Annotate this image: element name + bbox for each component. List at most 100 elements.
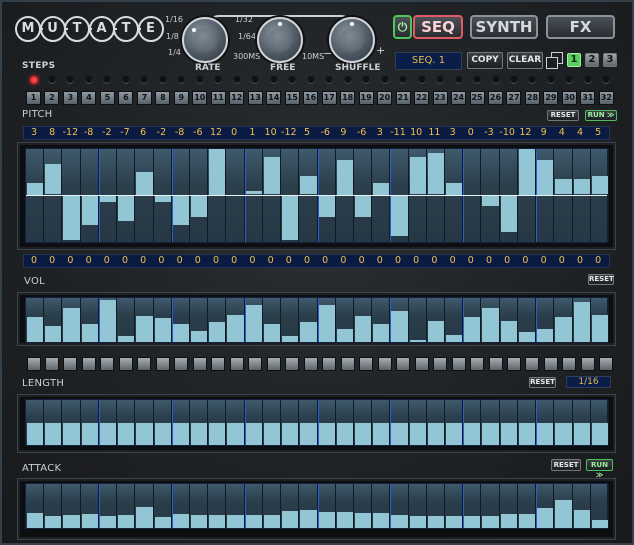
vol-bar[interactable]	[555, 316, 572, 342]
length-bar[interactable]	[373, 422, 390, 445]
step-toggle-button[interactable]	[340, 357, 355, 371]
pitch-offset-value[interactable]: 0	[553, 255, 571, 267]
free-knob[interactable]	[257, 17, 303, 63]
attack-bar[interactable]	[500, 514, 517, 528]
length-bar[interactable]	[500, 422, 517, 445]
step-button[interactable]: 20	[377, 91, 393, 105]
vol-graph[interactable]	[25, 297, 609, 343]
vol-bar[interactable]	[318, 305, 335, 342]
attack-bar[interactable]	[373, 512, 390, 528]
vol-bar[interactable]	[45, 326, 62, 342]
step-toggle-button[interactable]	[396, 357, 411, 371]
pitch-bar[interactable]	[136, 171, 153, 195]
vol-bar[interactable]	[300, 322, 317, 342]
vol-bar[interactable]	[391, 311, 408, 342]
length-bar[interactable]	[482, 422, 499, 445]
step-toggle-button[interactable]	[211, 357, 226, 371]
pitch-bar[interactable]	[500, 194, 517, 233]
slot-2-button[interactable]: 2	[585, 53, 599, 67]
attack-bar[interactable]	[391, 514, 408, 528]
clear-button[interactable]: CLEAR	[507, 52, 543, 69]
pitch-offset-value[interactable]: 0	[371, 255, 389, 267]
pitch-bar[interactable]	[391, 194, 408, 237]
vol-bar[interactable]	[190, 330, 208, 342]
pitch-offset-value[interactable]: 0	[316, 255, 334, 267]
attack-bar[interactable]	[555, 499, 572, 528]
pitch-offset-value[interactable]: 0	[480, 255, 498, 267]
attack-bar[interactable]	[427, 515, 445, 528]
length-bar[interactable]	[427, 422, 445, 445]
pitch-bar[interactable]	[172, 194, 189, 225]
step-button[interactable]: 1	[26, 91, 41, 105]
step-button[interactable]: 29	[543, 91, 559, 105]
length-bar[interactable]	[45, 422, 62, 445]
attack-bar[interactable]	[136, 506, 153, 528]
pitch-bar[interactable]	[336, 160, 353, 195]
attack-bar[interactable]	[591, 520, 608, 528]
step-toggle-button[interactable]	[506, 357, 521, 371]
step-toggle-button[interactable]	[525, 357, 540, 371]
step-button[interactable]: 24	[451, 91, 467, 105]
vol-bar[interactable]	[500, 320, 517, 342]
pitch-offset-value[interactable]: 0	[189, 255, 207, 267]
length-graph[interactable]	[25, 399, 609, 446]
attack-bar[interactable]	[45, 515, 62, 528]
step-button[interactable]: 22	[414, 91, 430, 105]
step-button[interactable]: 3	[62, 91, 78, 105]
pitch-bar[interactable]	[27, 183, 44, 195]
step-toggle-button[interactable]	[155, 357, 170, 371]
attack-run-button[interactable]: RUN ≫	[586, 459, 613, 479]
step-button[interactable]: 5	[99, 91, 115, 105]
attack-bar[interactable]	[518, 514, 536, 528]
length-bar[interactable]	[354, 422, 372, 445]
pitch-offset-value[interactable]: 0	[425, 255, 443, 267]
length-bar[interactable]	[245, 422, 262, 445]
step-button[interactable]: 2	[44, 91, 60, 105]
attack-bar[interactable]	[81, 514, 98, 528]
vol-bar[interactable]	[464, 317, 481, 342]
pitch-offset-value[interactable]: 0	[353, 255, 371, 267]
step-toggle-button[interactable]	[470, 357, 485, 371]
step-toggle-button[interactable]	[377, 357, 392, 371]
length-bar[interactable]	[446, 422, 463, 445]
tab-synth[interactable]: SYNTH	[470, 15, 538, 39]
step-button[interactable]: 17	[321, 91, 337, 105]
step-button[interactable]: 26	[488, 91, 503, 105]
pitch-bar[interactable]	[300, 175, 317, 195]
step-button[interactable]: 27	[506, 91, 522, 105]
pitch-bar[interactable]	[409, 156, 426, 195]
attack-bar[interactable]	[464, 515, 481, 528]
step-toggle-button[interactable]	[359, 357, 374, 371]
slot-1-button[interactable]: 1	[567, 53, 581, 67]
length-bar[interactable]	[537, 422, 554, 445]
vol-bar[interactable]	[154, 318, 171, 342]
step-toggle-button[interactable]	[137, 357, 152, 371]
step-toggle-button[interactable]	[303, 357, 318, 371]
vol-bar[interactable]	[136, 315, 153, 342]
length-bar[interactable]	[464, 422, 481, 445]
length-division-display[interactable]: 1/16	[566, 376, 611, 388]
pitch-bar[interactable]	[209, 149, 226, 195]
pitch-bar[interactable]	[154, 194, 171, 203]
pitch-bar[interactable]	[263, 156, 281, 195]
step-button[interactable]: 15	[284, 91, 300, 105]
step-toggle-button[interactable]	[26, 357, 41, 371]
attack-bar[interactable]	[99, 515, 117, 528]
step-button[interactable]: 6	[118, 91, 134, 105]
pitch-offset-value[interactable]: 0	[225, 255, 243, 267]
step-button[interactable]: 18	[340, 91, 356, 105]
step-button[interactable]: 31	[580, 91, 596, 105]
step-button[interactable]: 13	[247, 91, 263, 105]
pitch-bar[interactable]	[318, 194, 335, 218]
step-toggle-button[interactable]	[562, 357, 577, 371]
pitch-offset-value[interactable]: 0	[589, 255, 607, 267]
attack-bar[interactable]	[154, 516, 171, 528]
attack-bar[interactable]	[482, 515, 499, 528]
attack-bar[interactable]	[263, 514, 281, 528]
length-bar[interactable]	[63, 422, 80, 445]
step-button[interactable]: 7	[136, 91, 152, 105]
shuffle-knob[interactable]	[329, 17, 375, 63]
pitch-offset-value[interactable]: 0	[262, 255, 280, 267]
step-toggle-button[interactable]	[44, 357, 59, 371]
pitch-offset-value[interactable]: 0	[61, 255, 79, 267]
